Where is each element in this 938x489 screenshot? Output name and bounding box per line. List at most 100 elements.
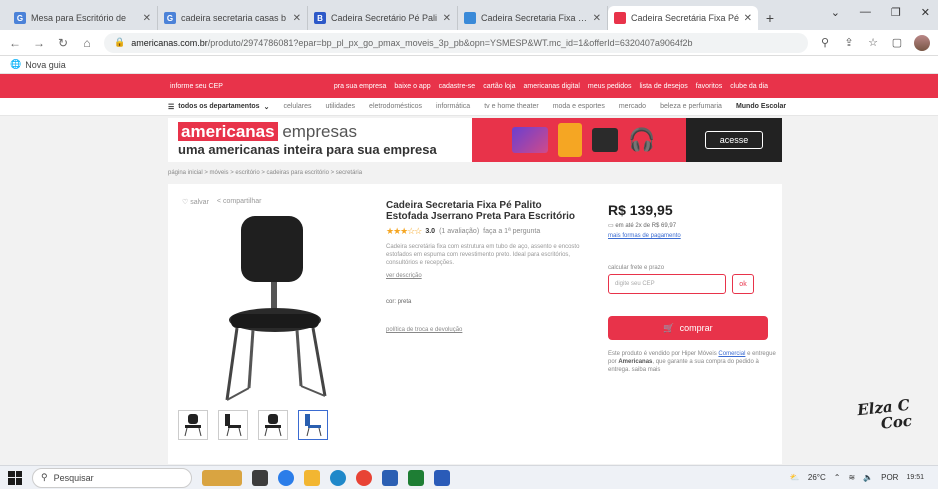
widget-icon[interactable]	[202, 469, 242, 486]
product-title: Cadeira Secretaria Fixa Pé Palito Estofa…	[386, 200, 575, 222]
zoom-icon[interactable]: ⚲	[818, 36, 832, 50]
file-explorer-icon[interactable]	[304, 469, 320, 486]
seller-link[interactable]: Comercial	[718, 351, 745, 357]
product-image[interactable]	[213, 210, 343, 410]
questions-link[interactable]: faça a 1ª pergunta	[483, 228, 540, 235]
new-tab-button[interactable]: +	[758, 6, 782, 30]
promo-banner[interactable]: americanas empresas uma americanas intei…	[168, 118, 782, 162]
browser-tab-bar: G Mesa para Escritório de ✕ Gcadeira secret…	[0, 0, 938, 30]
category-link[interactable]: moda e esportes	[553, 103, 605, 110]
cep-input[interactable]: digite seu CEP	[608, 274, 726, 294]
buy-button[interactable]: 🛒 comprar	[608, 316, 768, 340]
category-link[interactable]: Mundo Escolar	[736, 103, 786, 110]
tab-close-icon[interactable]: ✕	[143, 13, 151, 24]
reload-icon[interactable]: ↻	[56, 36, 70, 50]
payment-options-link[interactable]: mais formas de pagamento	[608, 233, 778, 239]
cep-ok-button[interactable]: ok	[732, 274, 754, 294]
excel-icon[interactable]	[408, 469, 424, 486]
maximize-icon[interactable]: ❐	[891, 6, 901, 19]
star-icon[interactable]: ☆	[866, 36, 880, 50]
category-link[interactable]: celulares	[283, 103, 311, 110]
policy-link[interactable]: política de troca e devolução	[386, 327, 586, 333]
close-icon[interactable]: ✕	[921, 6, 930, 19]
product-price: R$ 139,95	[608, 202, 673, 218]
share-icon: <	[216, 198, 222, 205]
product-description: Cadeira secretária fixa com estrutura em…	[386, 244, 580, 266]
browser-tab[interactable]: Cadeira Secretária Fixa Pé ✕	[608, 6, 758, 30]
tab-label: Cadeira Secretaria Fixa Pé	[481, 13, 589, 23]
forward-icon[interactable]: →	[32, 36, 46, 50]
weather-temp[interactable]: 26°C	[808, 473, 826, 482]
home-icon[interactable]: ⌂	[80, 36, 94, 50]
category-link[interactable]: mercado	[619, 103, 646, 110]
word-icon[interactable]	[434, 469, 450, 486]
profile-avatar[interactable]	[914, 34, 930, 51]
share-button[interactable]: < compartilhar	[217, 198, 262, 206]
chevron-up-icon[interactable]: ⌃	[834, 473, 841, 482]
laptop-image	[512, 127, 548, 153]
reviews-link[interactable]: (1 avaliação)	[439, 228, 479, 235]
minimize-icon[interactable]: —	[860, 6, 871, 19]
top-link[interactable]: americanas digital	[523, 83, 579, 90]
task-view-icon[interactable]	[252, 469, 268, 486]
bookmarks-bar: 🌐 Nova guia	[0, 56, 938, 74]
tab-close-icon[interactable]: ✕	[593, 13, 601, 24]
description-link[interactable]: ver descrição	[386, 273, 586, 279]
chevron-down-icon[interactable]: ⌄	[831, 6, 840, 19]
top-link[interactable]: cartão loja	[483, 83, 515, 90]
windows-start-icon[interactable]	[8, 470, 22, 485]
app-icon[interactable]	[330, 469, 346, 486]
browser-tab[interactable]: B Cadeira Secretário Pé Pali ✕	[308, 6, 458, 30]
back-icon[interactable]: ←	[8, 36, 22, 50]
mail-icon[interactable]	[382, 469, 398, 486]
top-link[interactable]: lista de desejos	[640, 83, 688, 90]
top-link[interactable]: meus pedidos	[588, 83, 632, 90]
tab-label: Mesa para Escritório de	[31, 13, 127, 23]
category-link[interactable]: beleza e perfumaria	[660, 103, 722, 110]
buy-box: R$ 139,95 ▭ em até 2x de R$ 69,97 mais f…	[608, 202, 778, 374]
browser-tab[interactable]: Cadeira Secretaria Fixa Pé ✕	[458, 6, 608, 30]
tab-close-icon[interactable]: ✕	[744, 13, 752, 24]
top-link[interactable]: cadastre-se	[439, 83, 476, 90]
clock[interactable]: 19:51	[906, 473, 924, 482]
thumbnail[interactable]	[298, 410, 328, 440]
rating-stars: ★★★☆☆	[386, 226, 422, 236]
bookmark-new-tab[interactable]: Nova guia	[25, 60, 66, 70]
top-link[interactable]: clube da dia	[730, 83, 768, 90]
breadcrumb[interactable]: página inicial > móveis > escritório > c…	[168, 170, 362, 176]
thumbnail[interactable]	[258, 410, 288, 440]
category-link[interactable]: tv e home theater	[484, 103, 538, 110]
category-link[interactable]: utilidades	[325, 103, 355, 110]
site-page: informe seu CEP pra sua empresa baixe o ap…	[0, 74, 938, 464]
banner-products: 🎧 acesse	[472, 118, 782, 162]
departments-menu[interactable]: ☰ todos os departamentos ⌄	[168, 103, 269, 111]
cep-link[interactable]: informe seu CEP	[170, 83, 223, 90]
banner-cta[interactable]: acesse	[686, 118, 782, 162]
edge-icon[interactable]	[278, 469, 294, 486]
share-icon[interactable]: ⇪	[842, 36, 856, 50]
top-link[interactable]: pra sua empresa	[334, 83, 387, 90]
chrome-icon[interactable]	[356, 469, 372, 486]
network-icon[interactable]: ≋	[848, 473, 855, 482]
language-indicator[interactable]: POR	[881, 473, 898, 482]
chevron-down-icon: ⌄	[263, 103, 270, 111]
volume-icon[interactable]: 🔈	[863, 473, 873, 482]
category-link[interactable]: eletrodomésticos	[369, 103, 422, 110]
sidebar-icon[interactable]: ▢	[890, 36, 904, 50]
tab-close-icon[interactable]: ✕	[293, 13, 301, 24]
save-button[interactable]: ♡ salvar	[182, 198, 209, 206]
thumbnail[interactable]	[218, 410, 248, 440]
top-link[interactable]: baixe o app	[394, 83, 430, 90]
taskbar-search[interactable]: ⚲ Pesquisar	[32, 467, 192, 488]
top-link[interactable]: favoritos	[696, 83, 722, 90]
banner-tagline: uma americanas inteira para sua empresa	[178, 142, 437, 157]
thumbnail[interactable]	[178, 410, 208, 440]
hamburger-icon: ☰	[168, 103, 175, 111]
card-icon: ▭	[608, 223, 614, 229]
browser-tab[interactable]: Gcadeira secretaria casas b ✕	[158, 6, 308, 30]
cep-label: calcular frete e prazo	[608, 265, 665, 271]
browser-tab[interactable]: G Mesa para Escritório de ✕	[8, 6, 158, 30]
url-field[interactable]: 🔒 americanas.com.br /produto/2974786081?…	[104, 32, 808, 53]
tab-close-icon[interactable]: ✕	[443, 13, 451, 24]
category-link[interactable]: informática	[436, 103, 470, 110]
